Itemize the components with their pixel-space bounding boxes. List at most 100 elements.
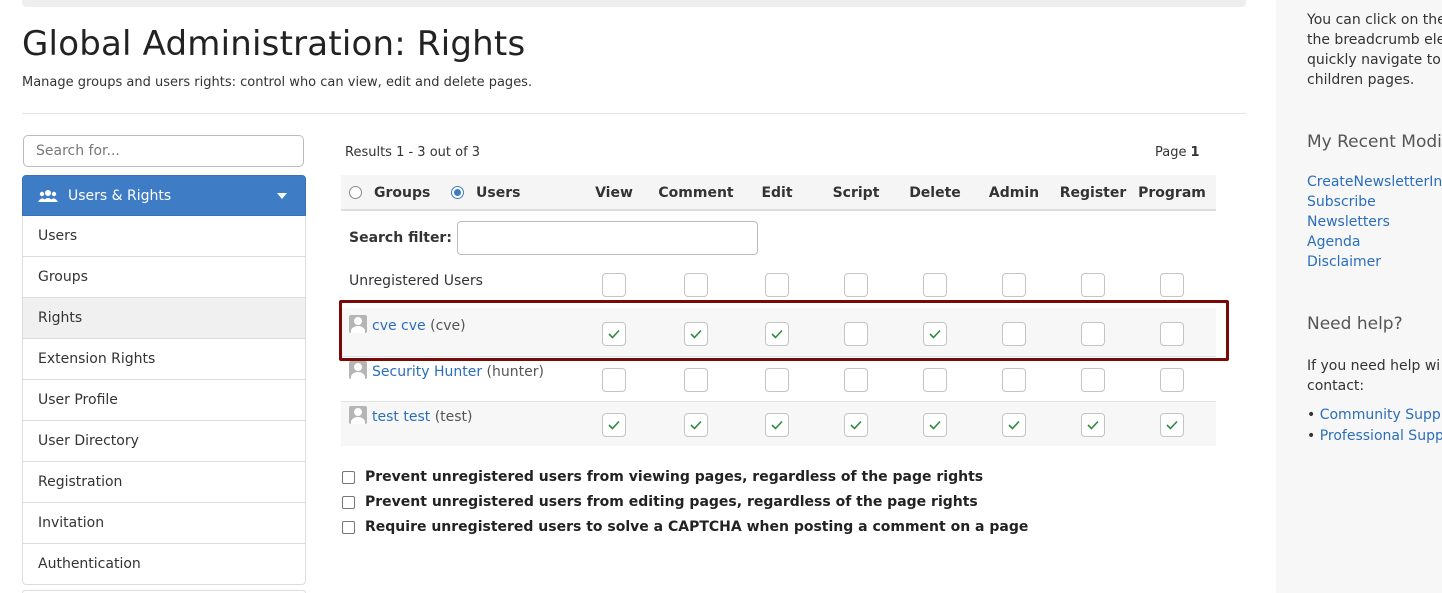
user-test-delete-checkbox[interactable] (923, 413, 947, 437)
username: (hunter) (486, 364, 544, 380)
user-row-hunter: Security Hunter (hunter) (341, 356, 1216, 401)
user-hunter-admin-checkbox[interactable] (1002, 368, 1026, 392)
page-label: Page (1155, 145, 1187, 160)
user-hunter-register-checkbox[interactable] (1081, 368, 1105, 392)
admin-menu: Users & Rights Users Groups Rights Extensio… (22, 175, 306, 585)
user-hunter-script-checkbox[interactable] (844, 368, 868, 392)
recent-link[interactable]: Disclaimer (1307, 254, 1381, 270)
column-header-program: Program (1138, 185, 1206, 201)
unregistered-delete-checkbox[interactable] (923, 273, 947, 297)
unregistered-register-checkbox[interactable] (1081, 273, 1105, 297)
user-link[interactable]: test test (372, 409, 430, 425)
sidebar-item-registration[interactable]: Registration (22, 462, 306, 503)
column-header-script: Script (832, 185, 880, 201)
user-hunter-comment-checkbox[interactable] (684, 368, 708, 392)
users-radio[interactable] (451, 186, 464, 199)
column-header-comment: Comment (658, 185, 734, 201)
option-checkbox[interactable] (342, 520, 355, 534)
tip-text-line: You can click on the (1307, 12, 1442, 28)
user-hunter-view-checkbox[interactable] (602, 368, 626, 392)
tip-text-line: quickly navigate to (1307, 52, 1441, 68)
user-test-program-checkbox[interactable] (1160, 413, 1184, 437)
option-checkbox[interactable] (342, 470, 355, 484)
option-row: Prevent unregistered users from viewing … (342, 469, 983, 485)
unregistered-view-checkbox[interactable] (602, 273, 626, 297)
menu-section-label: Users & Rights (68, 187, 172, 204)
user-test-admin-checkbox[interactable] (1002, 413, 1026, 437)
help-text-line: contact: (1307, 378, 1365, 394)
pagination: Page 1 (1155, 145, 1200, 160)
help-link-item: • Community Supp (1307, 407, 1441, 423)
need-help-title: Need help? (1307, 314, 1403, 334)
option-row: Prevent unregistered users from editing … (342, 494, 978, 510)
user-hunter-program-checkbox[interactable] (1160, 368, 1184, 392)
column-header-register: Register (1059, 185, 1127, 201)
sidebar-item-user-directory[interactable]: User Directory (22, 421, 306, 462)
sidebar-item-authentication[interactable]: Authentication (22, 544, 306, 585)
help-link[interactable]: Professional Supp (1320, 428, 1442, 444)
sidebar-item-rights[interactable]: Rights (22, 298, 306, 339)
column-header-view: View (595, 185, 633, 201)
user-hunter-edit-checkbox[interactable] (765, 368, 789, 392)
users-group-icon (38, 189, 58, 203)
users-radio-label: Users (476, 185, 521, 201)
results-count: Results 1 - 3 out of 3 (345, 145, 481, 160)
tip-text-line: the breadcrumb ele (1307, 32, 1442, 48)
search-filter-label: Search filter: (349, 230, 452, 246)
chevron-down-icon (277, 193, 287, 199)
rights-table-header: Groups Users View Comment Edit Script Delete… (341, 175, 1216, 211)
option-checkbox[interactable] (342, 495, 355, 509)
user-test-edit-checkbox[interactable] (765, 413, 789, 437)
column-header-edit: Edit (761, 185, 793, 201)
option-label: Prevent unregistered users from viewing … (365, 469, 984, 485)
recent-link[interactable]: Agenda (1307, 234, 1360, 250)
recent-link[interactable]: Newsletters (1307, 214, 1390, 230)
user-test-register-checkbox[interactable] (1081, 413, 1105, 437)
groups-radio-label: Groups (374, 185, 431, 201)
user-test-view-checkbox[interactable] (602, 413, 626, 437)
unregistered-admin-checkbox[interactable] (1002, 273, 1026, 297)
help-link-item: • Professional Supp (1307, 428, 1442, 444)
column-header-delete: Delete (909, 185, 961, 201)
user-link[interactable]: Security Hunter (372, 364, 482, 380)
user-test-comment-checkbox[interactable] (684, 413, 708, 437)
unregistered-script-checkbox[interactable] (844, 273, 868, 297)
user-label: Security Hunter (hunter) (349, 361, 544, 380)
user-label: test test (test) (349, 406, 473, 425)
divider (22, 113, 1246, 114)
sidebar-item-extension-rights[interactable]: Extension Rights (22, 339, 306, 380)
help-text-line: If you need help wi (1307, 358, 1441, 374)
help-link[interactable]: Community Supp (1320, 407, 1441, 423)
tip-text-line: children pages. (1307, 72, 1415, 88)
avatar (349, 406, 367, 424)
column-header-admin: Admin (988, 185, 1040, 201)
top-bar (22, 0, 1246, 7)
sidebar-item-user-profile[interactable]: User Profile (22, 380, 306, 421)
recent-link[interactable]: Subscribe (1307, 194, 1376, 210)
search-filter-input[interactable] (457, 221, 758, 255)
username: (test) (434, 409, 473, 425)
recent-link[interactable]: CreateNewsletterIn (1307, 174, 1442, 190)
menu-section-users-rights[interactable]: Users & Rights (22, 175, 306, 216)
right-panel: You can click on the the breadcrumb ele qu… (1276, 0, 1442, 593)
user-row-test: test test (test) (341, 401, 1216, 446)
option-label: Require unregistered users to solve a CA… (365, 519, 1029, 535)
avatar (349, 361, 367, 379)
current-page: 1 (1190, 145, 1200, 160)
sidebar-item-users[interactable]: Users (22, 216, 306, 257)
sidebar-item-groups[interactable]: Groups (22, 257, 306, 298)
highlighted-row-frame (339, 300, 1229, 361)
user-hunter-delete-checkbox[interactable] (923, 368, 947, 392)
unregistered-program-checkbox[interactable] (1160, 273, 1184, 297)
sidebar-search-input[interactable] (23, 135, 304, 167)
unregistered-edit-checkbox[interactable] (765, 273, 789, 297)
groups-radio[interactable] (349, 186, 362, 199)
user-test-script-checkbox[interactable] (844, 413, 868, 437)
page-description: Manage groups and users rights: control … (22, 75, 533, 90)
page-title: Global Administration: Rights (22, 24, 526, 64)
option-label: Prevent unregistered users from editing … (365, 494, 978, 510)
recent-modifications-title: My Recent Modi (1307, 132, 1442, 152)
sidebar-item-invitation[interactable]: Invitation (22, 503, 306, 544)
unregistered-comment-checkbox[interactable] (684, 273, 708, 297)
unregistered-users-label: Unregistered Users (349, 273, 483, 289)
